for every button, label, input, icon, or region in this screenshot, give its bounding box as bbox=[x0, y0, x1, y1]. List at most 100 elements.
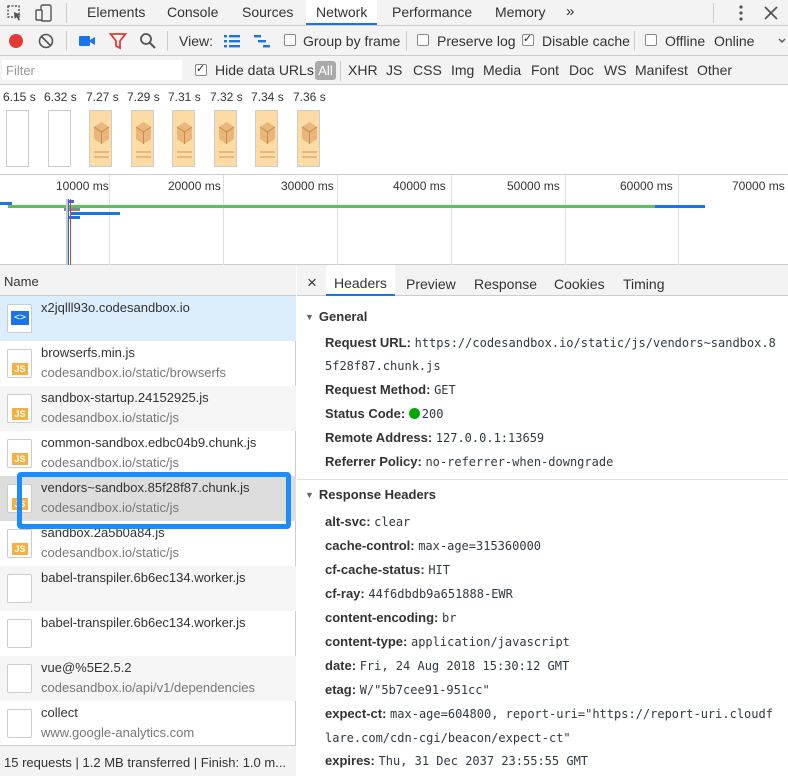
response-headers-section-header[interactable]: ▼ Response Headers bbox=[297, 480, 788, 508]
filter-other-button[interactable]: Other bbox=[697, 62, 732, 78]
filter-bar: Hide data URLs All XHR JS CSS Img Media … bbox=[0, 56, 788, 85]
header-key: Request Method: bbox=[325, 382, 431, 397]
tab-cookies[interactable]: Cookies bbox=[546, 265, 613, 296]
timeline-overview[interactable]: 10000 ms 20000 ms 30000 ms 40000 ms 5000… bbox=[0, 175, 788, 265]
capture-screenshots-icon[interactable] bbox=[78, 32, 96, 50]
waterfall-overview-icon[interactable] bbox=[253, 32, 271, 50]
screenshot-thumbnail[interactable] bbox=[255, 110, 278, 167]
hide-data-urls-label: Hide data URLs bbox=[215, 62, 314, 78]
request-name: babel-transpiler.6b6ec134.worker.js bbox=[41, 570, 246, 585]
preserve-log-checkbox[interactable] bbox=[417, 34, 429, 46]
request-row[interactable]: babel-transpiler.6b6ec134.worker.js bbox=[0, 566, 296, 611]
filter-ws-button[interactable]: WS bbox=[604, 62, 627, 78]
grid-line bbox=[678, 175, 679, 265]
filter-icon[interactable] bbox=[109, 32, 127, 50]
screenshot-thumbnail[interactable] bbox=[6, 110, 29, 167]
response-header-row: cache-control: max-age=315360000 bbox=[325, 538, 541, 553]
header-value: application/javascript bbox=[410, 635, 570, 649]
tab-headers[interactable]: Headers bbox=[326, 265, 395, 296]
filter-all-button[interactable]: All bbox=[315, 61, 336, 80]
frame-time: 6.32 s bbox=[44, 90, 77, 104]
selection-highlight-box bbox=[17, 472, 291, 529]
header-key: date: bbox=[325, 658, 357, 673]
filter-js-button[interactable]: JS bbox=[386, 62, 402, 78]
tab-sources[interactable]: Sources bbox=[232, 0, 303, 25]
more-tabs-button[interactable]: » bbox=[556, 0, 584, 25]
divider bbox=[167, 31, 168, 51]
tab-response[interactable]: Response bbox=[466, 265, 545, 296]
filter-input[interactable] bbox=[2, 60, 182, 80]
remote-address-row: Remote Address: 127.0.0.1:13659 bbox=[325, 430, 544, 445]
header-value: br bbox=[442, 611, 457, 625]
request-row[interactable]: x2jqlll93o.codesandbox.io bbox=[0, 296, 296, 341]
file-icon bbox=[7, 664, 32, 693]
general-section-header[interactable]: ▼ General bbox=[297, 302, 788, 330]
response-header-row: cf-cache-status: HIT bbox=[325, 562, 450, 577]
request-row[interactable]: vue@%5E2.5.2 codesandbox.io/api/v1/depen… bbox=[0, 656, 296, 701]
large-rows-icon[interactable] bbox=[223, 32, 241, 50]
name-column-header[interactable]: Name bbox=[0, 265, 296, 296]
header-value: Thu, 31 Dec 2037 23:55:55 GMT bbox=[378, 754, 589, 768]
screenshot-thumbnail[interactable] bbox=[89, 110, 112, 167]
offline-checkbox[interactable] bbox=[645, 34, 657, 46]
frame-time: 7.34 s bbox=[251, 90, 284, 104]
overview-grabber[interactable] bbox=[66, 199, 68, 265]
request-path: codesandbox.io/static/js bbox=[41, 455, 180, 470]
record-icon[interactable] bbox=[7, 32, 25, 50]
hide-data-urls-checkbox[interactable] bbox=[195, 62, 207, 76]
header-key: content-encoding: bbox=[325, 610, 439, 625]
document-file-icon bbox=[7, 304, 32, 333]
preserve-log-label: Preserve log bbox=[437, 33, 516, 49]
divider bbox=[634, 31, 635, 51]
filter-img-button[interactable]: Img bbox=[451, 62, 474, 78]
frame-time: 7.36 s bbox=[293, 90, 326, 104]
request-row[interactable]: common-sandbox.edbc04b9.chunk.js codesan… bbox=[0, 431, 296, 476]
tab-memory[interactable]: Memory bbox=[485, 0, 556, 25]
screenshot-thumbnail[interactable] bbox=[48, 110, 71, 167]
tab-performance[interactable]: Performance bbox=[382, 0, 482, 25]
filter-font-button[interactable]: Font bbox=[531, 62, 559, 78]
request-row[interactable]: browserfs.min.js codesandbox.io/static/b… bbox=[0, 341, 296, 386]
tab-elements[interactable]: Elements bbox=[77, 0, 155, 25]
js-file-icon bbox=[7, 349, 32, 378]
filter-manifest-button[interactable]: Manifest bbox=[635, 62, 688, 78]
chevron-down-icon[interactable] bbox=[777, 33, 787, 51]
request-row[interactable]: babel-transpiler.6b6ec134.worker.js bbox=[0, 611, 296, 656]
screenshot-thumbnail[interactable] bbox=[214, 110, 237, 167]
response-header-row: alt-svc: clear bbox=[325, 514, 410, 529]
page-preview-icon bbox=[218, 122, 235, 158]
filter-css-button[interactable]: CSS bbox=[413, 62, 442, 78]
close-details-button[interactable]: × bbox=[299, 265, 325, 296]
screenshot-thumbnail[interactable] bbox=[172, 110, 195, 167]
header-value: max-age=604800, report-uri="https://repo… bbox=[390, 707, 773, 721]
js-file-icon bbox=[7, 439, 32, 468]
clear-icon[interactable] bbox=[37, 32, 55, 50]
filter-media-button[interactable]: Media bbox=[483, 62, 521, 78]
tab-console[interactable]: Console bbox=[157, 0, 228, 25]
tab-timing[interactable]: Timing bbox=[615, 265, 673, 296]
device-toolbar-icon[interactable] bbox=[35, 4, 53, 22]
group-by-frame-checkbox[interactable] bbox=[284, 34, 296, 46]
status-code-row: Status Code: 200 bbox=[325, 406, 443, 421]
header-key: Status Code: bbox=[325, 406, 406, 421]
throttling-select[interactable]: Online bbox=[714, 33, 754, 49]
tab-preview[interactable]: Preview bbox=[398, 265, 464, 296]
close-icon[interactable] bbox=[762, 4, 780, 22]
time-tick: 60000 ms bbox=[620, 179, 673, 193]
tab-network[interactable]: Network bbox=[306, 0, 378, 25]
screenshot-thumbnail[interactable] bbox=[131, 110, 154, 167]
disable-cache-checkbox[interactable] bbox=[522, 32, 534, 46]
request-path: codesandbox.io/static/browserfs bbox=[41, 365, 226, 380]
divider bbox=[66, 31, 67, 51]
time-tick: 20000 ms bbox=[168, 179, 221, 193]
grid-line bbox=[109, 175, 110, 265]
screenshot-thumbnail[interactable] bbox=[297, 110, 320, 167]
request-row[interactable]: sandbox-startup.24152925.js codesandbox.… bbox=[0, 386, 296, 431]
request-name: vue@%5E2.5.2 bbox=[41, 660, 132, 675]
request-row[interactable]: collect www.google-analytics.com bbox=[0, 701, 296, 746]
filter-doc-button[interactable]: Doc bbox=[569, 62, 594, 78]
kebab-menu-icon[interactable] bbox=[732, 4, 750, 22]
filter-xhr-button[interactable]: XHR bbox=[348, 62, 378, 78]
inspect-element-icon[interactable] bbox=[6, 4, 24, 22]
search-icon[interactable] bbox=[139, 32, 157, 50]
